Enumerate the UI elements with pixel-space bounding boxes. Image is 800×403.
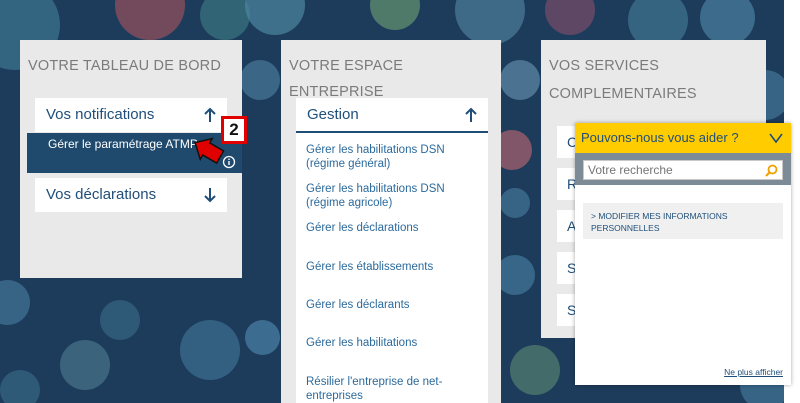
arrow-down-icon bbox=[204, 188, 216, 203]
link-resilier[interactable]: Résilier l'entreprise de net-entreprises bbox=[306, 375, 478, 403]
link-etablissements[interactable]: Gérer les établissements bbox=[306, 260, 478, 274]
declarations-label: Vos déclarations bbox=[46, 186, 157, 203]
notifications-label: Vos notifications bbox=[46, 106, 155, 123]
callout-arrow-icon bbox=[194, 137, 225, 165]
help-dismiss-link[interactable]: Ne plus afficher bbox=[724, 367, 783, 377]
search-icon[interactable] bbox=[765, 164, 778, 177]
link-declarations[interactable]: Gérer les déclarations bbox=[306, 221, 478, 235]
help-suggestion[interactable]: > MODIFIER MES INFORMATIONS PERSONNELLES bbox=[583, 203, 783, 239]
gestion-section: Gestion Gérer les habilitations DSN (rég… bbox=[296, 98, 488, 403]
notifications-toggle[interactable]: Vos notifications bbox=[35, 98, 227, 132]
services-title-line1: VOS SERVICES bbox=[549, 58, 660, 74]
link-declarants[interactable]: Gérer les déclarants bbox=[306, 298, 478, 312]
help-suggestion-label: > MODIFIER MES INFORMATIONS PERSONNELLES bbox=[591, 211, 728, 233]
arrow-up-icon bbox=[465, 107, 477, 122]
link-habilitations-dsn-agricole[interactable]: Gérer les habilitations DSN (régime agri… bbox=[306, 182, 478, 210]
callout-number: 2 bbox=[229, 120, 239, 139]
help-title: Pouvons-nous vous aider ? bbox=[581, 130, 739, 145]
dashboard-title: VOTRE TABLEAU DE BORD bbox=[28, 58, 222, 74]
link-habilitations[interactable]: Gérer les habilitations bbox=[306, 336, 478, 350]
link-habilitations-dsn-general[interactable]: Gérer les habilitations DSN (régime géné… bbox=[306, 143, 478, 171]
gestion-toggle[interactable]: Gestion bbox=[296, 98, 488, 133]
help-header[interactable]: Pouvons-nous vous aider ? bbox=[575, 123, 791, 153]
chevron-down-icon[interactable] bbox=[769, 132, 783, 144]
services-title-line2: COMPLEMENTAIRES bbox=[549, 86, 697, 102]
enterprise-panel: VOTRE ESPACE ENTREPRISE Gestion Gérer le… bbox=[281, 40, 501, 403]
help-search-bar bbox=[575, 153, 791, 185]
arrow-up-icon bbox=[204, 107, 216, 122]
help-search-input[interactable] bbox=[583, 160, 783, 180]
submenu-item-label: Gérer le paramétrage ATMP bbox=[48, 137, 198, 151]
declarations-toggle[interactable]: Vos déclarations bbox=[35, 178, 227, 212]
help-widget: Pouvons-nous vous aider ? > MODIFIER MES… bbox=[575, 123, 791, 385]
gestion-label: Gestion bbox=[307, 106, 359, 123]
